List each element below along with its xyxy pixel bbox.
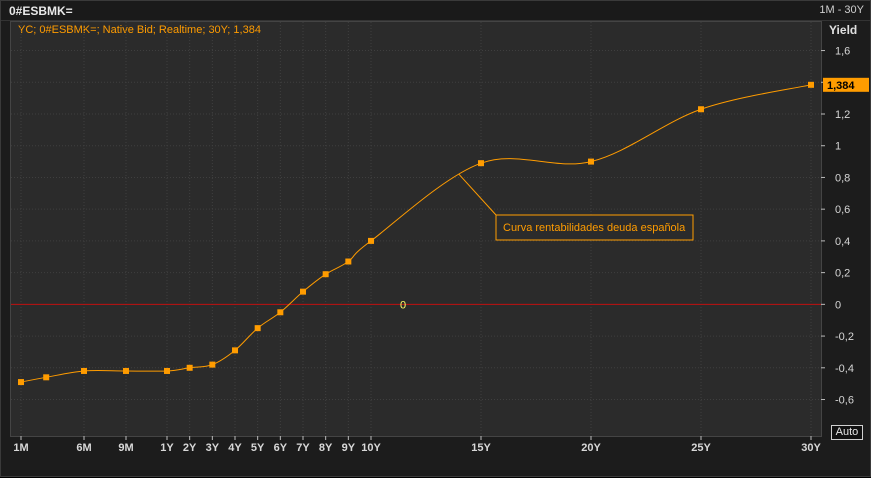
x-tick-label: 10Y	[361, 442, 381, 454]
y-tick-label: 0,4	[835, 236, 850, 248]
x-tick-label: 6M	[76, 442, 91, 454]
data-point	[81, 367, 87, 374]
x-tick-label: 1M	[13, 442, 28, 454]
data-point	[345, 258, 352, 265]
y-tick-label: 1	[835, 141, 841, 153]
x-tick-label: 9Y	[342, 442, 356, 454]
y-tick-label: -0,2	[835, 331, 854, 343]
x-tick-label: 15Y	[471, 442, 491, 454]
data-point	[277, 309, 284, 316]
annotation-text: Curva rentabilidades deuda española	[503, 222, 686, 234]
data-point	[254, 325, 261, 332]
y-tick-label: 1,2	[835, 109, 850, 121]
data-point	[123, 367, 129, 374]
y-tick-label: 0,8	[835, 172, 850, 184]
x-tick-label: 7Y	[296, 442, 310, 454]
data-point	[808, 81, 814, 88]
x-tick-label: 3Y	[206, 442, 220, 454]
last-value-label: 1,384	[827, 80, 855, 92]
y-tick-label: 0	[835, 299, 841, 311]
y-tick-label: 1,6	[835, 46, 850, 58]
data-point	[186, 364, 193, 371]
x-tick-label: 8Y	[319, 442, 333, 454]
y-tick-label: 0,6	[835, 204, 850, 216]
data-point	[164, 367, 170, 374]
x-tick-label: 5Y	[251, 442, 265, 454]
data-point	[368, 237, 374, 244]
yield-curve-chart: 1,61,41,210,80,60,40,20-0,2-0,4-0,61M6M9…	[11, 22, 869, 454]
x-tick-label: 20Y	[581, 442, 601, 454]
data-point	[322, 271, 329, 278]
y-tick-label: -0,6	[835, 395, 854, 407]
data-point	[43, 374, 50, 381]
x-tick-label: 9M	[118, 442, 133, 454]
data-point	[698, 106, 704, 113]
x-tick-label: 2Y	[183, 442, 197, 454]
y-tick-label: -0,4	[835, 363, 854, 375]
data-point	[300, 288, 306, 295]
chart-window: 0#ESBMK= 1M - 30Y YC; 0#ESBMK=; Native B…	[0, 0, 871, 477]
data-point	[588, 158, 594, 165]
y-tick-label: 0,2	[835, 268, 850, 280]
data-point	[232, 347, 238, 354]
data-point	[478, 160, 484, 167]
data-point	[18, 379, 24, 386]
data-point	[209, 361, 216, 368]
x-tick-label: 6Y	[274, 442, 288, 454]
x-tick-label: 4Y	[228, 442, 242, 454]
x-tick-label: 30Y	[801, 442, 821, 454]
x-tick-label: 1Y	[160, 442, 174, 454]
zero-line-label: 0	[400, 299, 406, 311]
x-tick-label: 25Y	[691, 442, 711, 454]
